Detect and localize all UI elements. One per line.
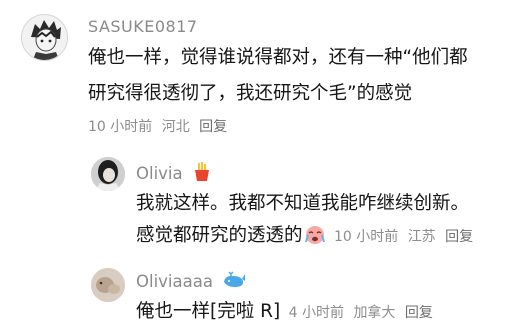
- avatar-olivia[interactable]: [91, 157, 125, 191]
- comment-text: 俺也一样[完啦 R]: [136, 301, 281, 322]
- avatar-sasuke[interactable]: [21, 14, 68, 61]
- reply-button[interactable]: 回复: [199, 119, 227, 135]
- comment-olivia: Olivia 我就这样。我都不知道我能咋继续创新。 感觉都研究的透透的 10 小…: [0, 145, 522, 255]
- username[interactable]: Olivia: [136, 162, 212, 187]
- reply-button[interactable]: 回复: [405, 305, 433, 321]
- timestamp: 10 小时前: [88, 119, 153, 135]
- timestamp: 10 小时前: [333, 229, 399, 245]
- username[interactable]: Oliviaaaa: [136, 270, 246, 295]
- comment-sasuke: SASUKE0817 俺也一样，觉得谁说得都对，还有一种“他们都 研究得很透彻了…: [0, 0, 522, 140]
- username-text[interactable]: Oliviaaaa: [136, 272, 213, 291]
- comment-text: 感觉都研究的透透的: [136, 225, 303, 246]
- location: 江苏: [407, 229, 436, 245]
- crying-face-icon: [304, 223, 326, 255]
- comment-text-line: 俺也一样[完啦 R] 4 小时前 加拿大 回复: [136, 297, 438, 328]
- comment-text-line: 我就这样。我都不知道我能咋继续创新。: [136, 193, 470, 214]
- location: 加拿大: [353, 305, 396, 321]
- avatar-oliviaaaa[interactable]: [91, 268, 125, 302]
- fries-icon: [192, 162, 212, 187]
- comment-text-line: 俺也一样，觉得谁说得都对，还有一种“他们都: [88, 47, 468, 68]
- comment-meta: 10 小时前 河北 回复: [88, 118, 232, 136]
- comment-text-line: 研究得很透彻了，我还研究个毛”的感觉: [88, 83, 413, 104]
- username-text[interactable]: Olivia: [136, 164, 183, 183]
- whale-icon: [222, 270, 246, 295]
- comment-text-line: 感觉都研究的透透的 10 小时前 江苏 回复: [136, 221, 478, 255]
- comment-meta: 4 小时前 加拿大 回复: [284, 305, 438, 321]
- username[interactable]: SASUKE0817: [88, 17, 198, 37]
- comment-meta: 10 小时前 江苏 回复: [330, 229, 479, 245]
- reply-button[interactable]: 回复: [445, 229, 473, 245]
- comment-oliviaaaa: Oliviaaaa 俺也一样[完啦 R] 4 小时前 加拿大 回复: [0, 258, 522, 335]
- timestamp: 4 小时前: [288, 305, 344, 321]
- location: 河北: [161, 119, 190, 135]
